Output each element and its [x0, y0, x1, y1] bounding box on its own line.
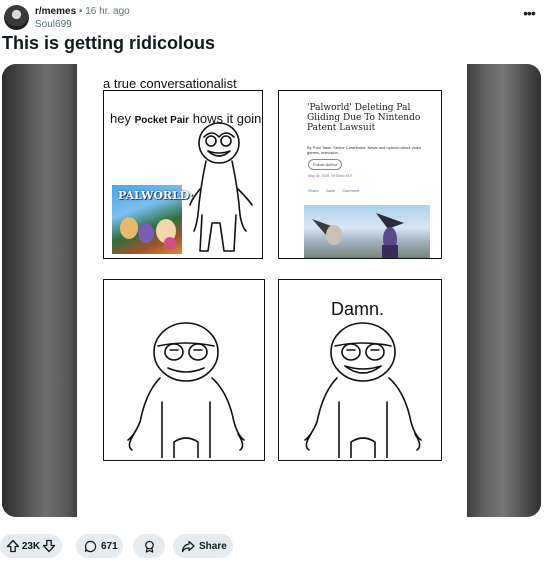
follow-author-button: Follow Author [308, 159, 343, 170]
comic-panel-2: 'Palworld' Deleting Pal Gliding Due To N… [278, 90, 442, 259]
article-image [304, 205, 430, 258]
pal-creature [164, 237, 176, 249]
post-action-bar: 23K 671 Share [0, 534, 550, 558]
panel4-speech: Damn. [331, 299, 385, 319]
comic-panel-4: Damn. [278, 279, 442, 461]
palworld-logo: PALWORLD: [118, 189, 194, 202]
pal-creature [120, 217, 138, 239]
news-article-screenshot: 'Palworld' Deleting Pal Gliding Due To N… [287, 95, 435, 258]
downvote-arrow-icon[interactable] [42, 539, 56, 553]
post-title[interactable]: This is getting ridicolous [2, 33, 215, 54]
stick-figure-sad [127, 322, 245, 458]
post-meta-line: r/memes • 16 hr. ago [35, 6, 130, 17]
comic-panel-1: hey Pocket Pair hows it goin? PALWORLD: [103, 90, 263, 259]
gliding-pals-illustration [312, 213, 404, 258]
post-media[interactable]: a true conversationalist hey Pocket Pair… [2, 64, 541, 517]
comments-button[interactable]: 671 [76, 534, 123, 558]
post-header: r/memes • 16 hr. ago Soul699 ••• [4, 4, 546, 34]
comic-panel-3 [103, 279, 265, 461]
palworld-cover-image: PALWORLD: [112, 185, 193, 254]
pal-creature [138, 223, 154, 243]
comment-bubble-icon [84, 540, 97, 553]
article-actions: Share Save Comment [308, 188, 365, 193]
vote-control: 23K [0, 534, 62, 558]
share-arrow-icon [181, 540, 195, 553]
meta-separator: • [78, 6, 83, 17]
post-time: 16 hr. ago [85, 6, 130, 17]
article-date: May 08, 2025, 09:00am EDT [308, 174, 353, 178]
post-author[interactable]: Soul699 [35, 19, 72, 30]
share-label: Share [199, 540, 227, 552]
article-save: Save [325, 188, 335, 193]
award-button[interactable] [133, 534, 165, 558]
subreddit-name[interactable]: r/memes [35, 6, 76, 17]
comment-count: 671 [101, 540, 118, 552]
speech-name: Pocket Pair [134, 115, 190, 126]
stick-figure-happy [189, 122, 253, 252]
upvote-arrow-icon[interactable] [6, 539, 20, 553]
stick-figure-resigned [304, 322, 422, 458]
comic-caption: a true conversationalist [103, 76, 237, 91]
upvote-count: 23K [21, 540, 41, 552]
share-button[interactable]: Share [173, 534, 233, 558]
article-share: Share [308, 188, 319, 193]
article-comment: Comment [342, 188, 360, 193]
speech-pre: hey [110, 111, 131, 126]
article-byline: By Paul Tassi, Senior Contributor. News … [307, 145, 422, 155]
subreddit-avatar[interactable] [4, 5, 29, 30]
article-headline: 'Palworld' Deleting Pal Gliding Due To N… [307, 103, 421, 133]
award-icon [143, 540, 156, 553]
meme-comic: a true conversationalist hey Pocket Pair… [77, 64, 467, 517]
more-options-button[interactable]: ••• [518, 6, 540, 28]
more-horizontal-icon: ••• [523, 5, 536, 21]
